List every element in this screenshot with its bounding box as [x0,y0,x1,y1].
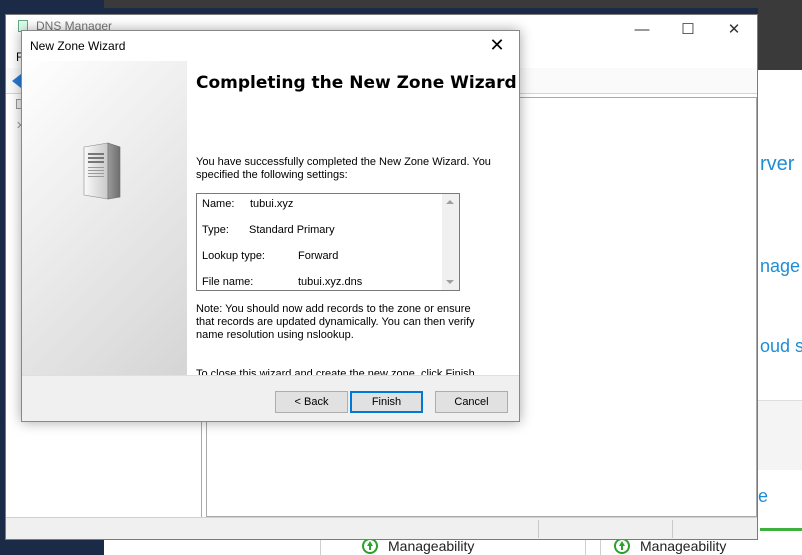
back-button[interactable]: < Back [275,391,348,413]
setting-row-type: Type: Standard Primary [202,224,335,236]
setting-label: Type: [202,224,229,236]
setting-label: Name: [202,198,235,210]
status-up-icon [614,538,630,554]
divider [672,520,673,538]
status-bar [6,517,757,539]
status-bar-green [760,528,802,531]
wizard-footer: < Back Finish Cancel [22,375,519,421]
manageability-label: Manageability [640,538,727,554]
manageability-label: Manageability [388,538,475,554]
setting-value: Standard Primary [249,224,335,236]
server-manager-titlebar [104,0,802,8]
cancel-button[interactable]: Cancel [435,391,508,413]
maximize-button[interactable]: ☐ [665,15,711,43]
server-manager-text-fragment: rver [760,153,795,175]
wizard-side-panel [22,61,187,375]
wizard-intro-text: You have successfully completed the New … [196,156,491,181]
server-manager-text-fragment: nage [760,256,801,276]
divider [538,520,539,538]
server-manager-tile [758,400,802,470]
chevron-up-icon[interactable] [446,200,454,204]
server-manager-content [758,70,802,555]
setting-row-lookup-type: Lookup type: Forward [202,250,338,262]
finish-button[interactable]: Finish [350,391,423,413]
server-tower-icon [83,142,121,200]
server-manager-header [758,0,802,70]
wizard-title: New Zone Wizard [30,39,126,53]
setting-value: tubui.xyz [250,198,294,210]
setting-row-file-name: File name: tubui.xyz.dns [202,276,362,288]
wizard-titlebar: New Zone Wizard ✕ [22,31,519,61]
wizard-note-text: Note: You should now add records to the … [196,303,475,341]
close-button[interactable]: ✕ [711,15,757,43]
settings-scrollbar[interactable] [442,194,459,290]
server-manager-text-fragment: oud se [760,336,802,356]
status-up-icon [362,538,378,554]
divider [320,540,321,555]
setting-label: File name: [202,276,254,288]
server-manager-text-fragment: e [758,486,769,506]
minimize-button[interactable]: — [619,15,665,43]
wizard-body: Completing the New Zone Wizard You have … [22,61,519,380]
close-icon[interactable]: ✕ [477,31,517,59]
settings-summary-box[interactable]: Name: tubui.xyz Type: Standard Primary Loo… [196,193,460,291]
divider [585,540,586,555]
new-zone-wizard-dialog: New Zone Wizard ✕ Completing the New Zon… [21,30,520,422]
wizard-heading: Completing the New Zone Wizard [196,73,517,93]
setting-label: Lookup type: [202,250,265,262]
setting-value: Forward [298,250,339,262]
chevron-down-icon[interactable] [446,280,454,284]
wizard-content: Completing the New Zone Wizard You have … [194,61,519,380]
divider [600,540,601,555]
setting-value: tubui.xyz.dns [298,276,363,288]
setting-row-name: Name: tubui.xyz [202,198,293,210]
back-arrow-icon[interactable] [12,74,21,88]
